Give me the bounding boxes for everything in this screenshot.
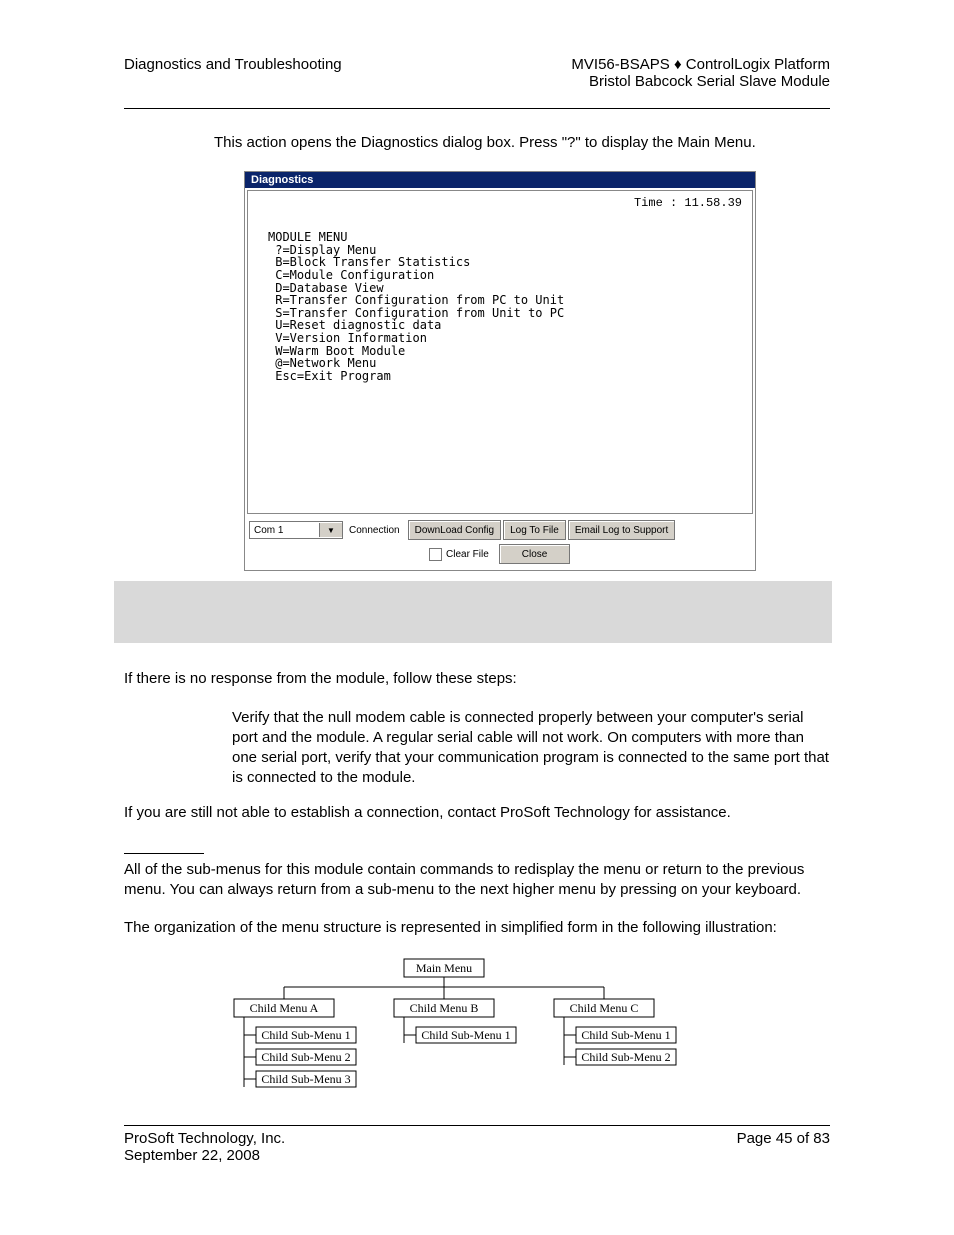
diagram-a1: Child Sub-Menu 1 (261, 1028, 350, 1042)
verify-paragraph: Verify that the null modem cable is conn… (232, 708, 830, 789)
page-footer: ProSoft Technology, Inc. September 22, 2… (124, 1125, 830, 1164)
clear-file-checkbox[interactable]: Clear File (429, 548, 489, 561)
diagram-c1: Child Sub-Menu 1 (581, 1028, 670, 1042)
diagram-b1: Child Sub-Menu 1 (421, 1028, 510, 1042)
footer-date: September 22, 2008 (124, 1147, 285, 1164)
chevron-down-icon: ▼ (319, 523, 342, 537)
header-left: Diagnostics and Troubleshooting (124, 56, 342, 73)
footer-company: ProSoft Technology, Inc. (124, 1130, 285, 1147)
organization-paragraph: The organization of the menu structure i… (124, 918, 830, 938)
dialog-titlebar: Diagnostics (245, 172, 755, 188)
no-response-paragraph: If there is no response from the module,… (124, 669, 830, 689)
com-port-value: Com 1 (250, 525, 287, 536)
menu-structure-diagram: Main Menu Child Menu A Child Menu B Chil… (214, 957, 674, 1097)
dialog-control-bar: Com 1 ▼ Connection DownLoad Config Log T… (245, 518, 755, 570)
clear-file-label: Clear File (446, 549, 489, 560)
diagram-a2: Child Sub-Menu 2 (261, 1050, 350, 1064)
connection-label: Connection (349, 525, 400, 536)
diagram-main: Main Menu (416, 961, 472, 975)
checkbox-icon (429, 548, 442, 561)
diagram-a3: Child Sub-Menu 3 (261, 1072, 350, 1086)
diagram-child-c: Child Menu C (570, 1001, 639, 1015)
terminal-area: Time : 11.58.39 MODULE MENU ?=Display Me… (247, 190, 753, 514)
diagram-c2: Child Sub-Menu 2 (581, 1050, 670, 1064)
page-header: Diagnostics and Troubleshooting MVI56-BS… (124, 56, 830, 109)
footer-page: Page 45 of 83 (737, 1130, 830, 1164)
email-log-button[interactable]: Email Log to Support (568, 520, 675, 540)
download-config-button[interactable]: DownLoad Config (408, 520, 502, 540)
diagnostics-dialog: Diagnostics Time : 11.58.39 MODULE MENU … (244, 171, 756, 571)
assistance-paragraph: If you are still not able to establish a… (124, 803, 830, 823)
module-menu-text: MODULE MENU ?=Display Menu B=Block Trans… (248, 191, 752, 382)
intro-paragraph: This action opens the Diagnostics dialog… (214, 133, 830, 153)
diagram-child-b: Child Menu B (410, 1001, 479, 1015)
gray-spacer-bar (114, 581, 832, 643)
header-right-line1: MVI56-BSAPS ♦ ControlLogix Platform (571, 56, 830, 73)
section-divider (124, 853, 204, 854)
time-display: Time : 11.58.39 (634, 197, 742, 210)
com-port-select[interactable]: Com 1 ▼ (249, 521, 343, 539)
diagram-child-a: Child Menu A (250, 1001, 319, 1015)
close-button[interactable]: Close (499, 544, 571, 564)
log-to-file-button[interactable]: Log To File (503, 520, 566, 540)
header-right-line2: Bristol Babcock Serial Slave Module (571, 73, 830, 90)
submenus-paragraph: All of the sub-menus for this module con… (124, 860, 830, 901)
